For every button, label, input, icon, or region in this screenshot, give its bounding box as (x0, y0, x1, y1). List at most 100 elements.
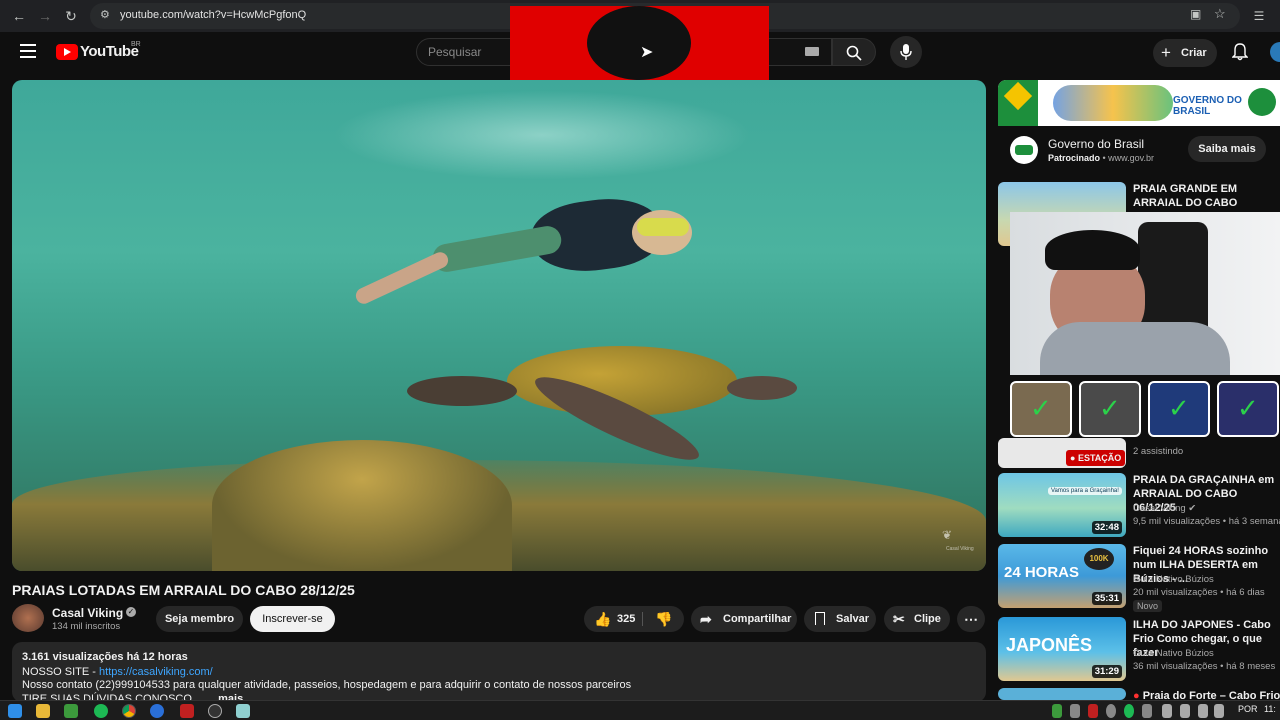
clock[interactable]: 11: (1264, 704, 1276, 714)
channel-avatar[interactable] (12, 604, 44, 632)
obs-icon[interactable] (208, 704, 222, 718)
like-button[interactable]: 👍 325 (586, 606, 642, 632)
more-actions-icon[interactable]: ⋯ (957, 606, 985, 632)
site-settings-icon[interactable]: ⚙ (100, 8, 110, 21)
check-icon: ✓ (1099, 393, 1121, 423)
rec-thumbnail[interactable]: Vamos para a Graçainha! 32:48 (998, 473, 1126, 537)
check-icon: ✓ (1237, 393, 1259, 423)
channel-watermark-text: Casal Viking (946, 546, 974, 552)
spotify-icon[interactable] (94, 704, 108, 718)
live-icon: ● (1070, 453, 1076, 463)
app-icon[interactable] (180, 704, 194, 718)
youtube-logo-icon[interactable] (56, 44, 78, 60)
youtube-header: YouTube BR Pesquisar ➤ + Criar (0, 6, 1280, 80)
ad-cta-button[interactable]: Saiba mais (1188, 136, 1266, 162)
tray-icon[interactable] (1070, 704, 1080, 718)
status-tile: ✓ (1010, 381, 1072, 437)
plus-icon: + (1161, 43, 1171, 62)
avatar[interactable] (1270, 42, 1280, 62)
duration: 35:31 (1091, 592, 1122, 605)
channel-name[interactable]: Casal Viking (52, 606, 123, 620)
subscriber-count: 134 mil inscritos (52, 621, 121, 632)
os-taskbar: POR 11: (0, 700, 1280, 720)
app-icon[interactable] (150, 704, 164, 718)
join-button[interactable]: Seja membro (156, 606, 243, 632)
store-icon[interactable] (64, 704, 78, 718)
rec-thumbnail[interactable] (998, 688, 1126, 700)
region-code: BR (131, 41, 141, 48)
microphone-icon[interactable] (1162, 704, 1172, 718)
share-button[interactable]: ➦ Compartilhar (691, 606, 797, 632)
rec-channel: Guia Nativo Búzios (1133, 648, 1214, 659)
tray-icon[interactable] (1052, 704, 1062, 718)
tray-icon[interactable] (1106, 704, 1116, 718)
url-text: youtube.com/watch?v=HcwMcPgfonQ (120, 9, 307, 21)
start-menu-icon[interactable] (8, 704, 22, 718)
rec-meta: 2 assistindo (1133, 446, 1184, 457)
snorkeler-figure (353, 180, 692, 310)
search-button[interactable] (832, 38, 876, 66)
create-button[interactable]: + Criar (1153, 39, 1217, 67)
reload-icon[interactable]: ↻ (62, 7, 80, 25)
overlay-circle (587, 6, 691, 80)
ad-title[interactable]: Governo do Brasil (1048, 137, 1144, 151)
rec-thumbnail[interactable]: JAPONÊS 31:29 (998, 617, 1126, 681)
duration: 31:29 (1091, 665, 1122, 678)
tray-icon[interactable] (1088, 704, 1098, 718)
tray-icon[interactable] (1124, 704, 1134, 718)
save-label: Salvar (836, 613, 870, 625)
thumbs-up-icon: 👍 (594, 611, 612, 627)
webcam-person-cap (1045, 230, 1140, 270)
view-stats: 3.161 visualizações há 12 horas (22, 651, 188, 663)
microphone-icon (900, 44, 912, 60)
ad-banner[interactable]: GOVERNO DO BRASIL (998, 80, 1280, 126)
webcam-person-shirt (1040, 322, 1230, 375)
menu-icon[interactable] (20, 44, 36, 58)
webcam-overlay (1010, 212, 1280, 375)
verified-icon: ✔ (1188, 503, 1197, 514)
tray-icon[interactable] (1142, 704, 1152, 718)
rec-thumbnail[interactable]: 24 HORAS 100K 35:31 (998, 544, 1126, 608)
search-icon (846, 45, 862, 61)
video-player[interactable]: ❦ Casal Viking (12, 80, 986, 571)
overlay-banner: ➤ (510, 6, 769, 80)
forward-arrow-icon[interactable]: → (36, 7, 54, 25)
divider (642, 612, 643, 626)
sponsored-label: Patrocinado (1048, 153, 1101, 163)
keyboard-icon[interactable] (805, 47, 819, 56)
thumbs-down-icon[interactable]: 👎 (646, 606, 682, 632)
channel-watermark-icon: ❦ (942, 528, 953, 542)
notepad-icon[interactable] (236, 704, 250, 718)
duration: 32:48 (1091, 521, 1122, 534)
subscribe-button[interactable]: Inscrever-se (250, 606, 335, 632)
file-explorer-icon[interactable] (36, 704, 50, 718)
status-tile: ✓ (1148, 381, 1210, 437)
youtube-logo-text[interactable]: YouTube (80, 43, 139, 60)
ad-badge (1248, 88, 1276, 116)
chrome-icon[interactable] (122, 704, 136, 718)
ad-logo-icon (1010, 136, 1038, 164)
live-badge-text: ESTAÇÃO (1077, 453, 1122, 463)
display-icon[interactable] (1180, 704, 1190, 718)
network-icon[interactable] (1198, 704, 1208, 718)
clip-button[interactable]: ✂ Clipe (884, 606, 950, 632)
water-surface (332, 90, 752, 180)
save-button[interactable]: Salvar (804, 606, 876, 632)
side-panel-icon[interactable]: ☰ (1250, 7, 1268, 25)
input-language[interactable]: POR (1238, 704, 1258, 714)
rec-meta: 36 mil visualizações • há 8 meses (1133, 661, 1276, 672)
site-prefix: NOSSO SITE - (22, 666, 100, 678)
voice-search-button[interactable] (890, 36, 922, 68)
site-link[interactable]: https://casalviking.com/ (99, 666, 213, 678)
ad-meta: Patrocinado • www.gov.br (1048, 153, 1155, 163)
volume-icon[interactable] (1214, 704, 1224, 718)
site-line: NOSSO SITE - https://casalviking.com/ (22, 666, 213, 678)
description-box[interactable]: 3.161 visualizações há 12 horas NOSSO SI… (12, 642, 986, 702)
rec-channel: Guia Nativo Búzios (1133, 574, 1214, 585)
bookmark-star-icon[interactable]: ☆ (1214, 6, 1226, 22)
install-app-icon[interactable]: ▣ (1190, 7, 1201, 21)
notifications-bell-icon[interactable] (1232, 43, 1248, 61)
verified-icon: ✓ (126, 607, 136, 617)
clip-label: Clipe (914, 613, 941, 625)
back-arrow-icon[interactable]: ← (10, 7, 28, 25)
